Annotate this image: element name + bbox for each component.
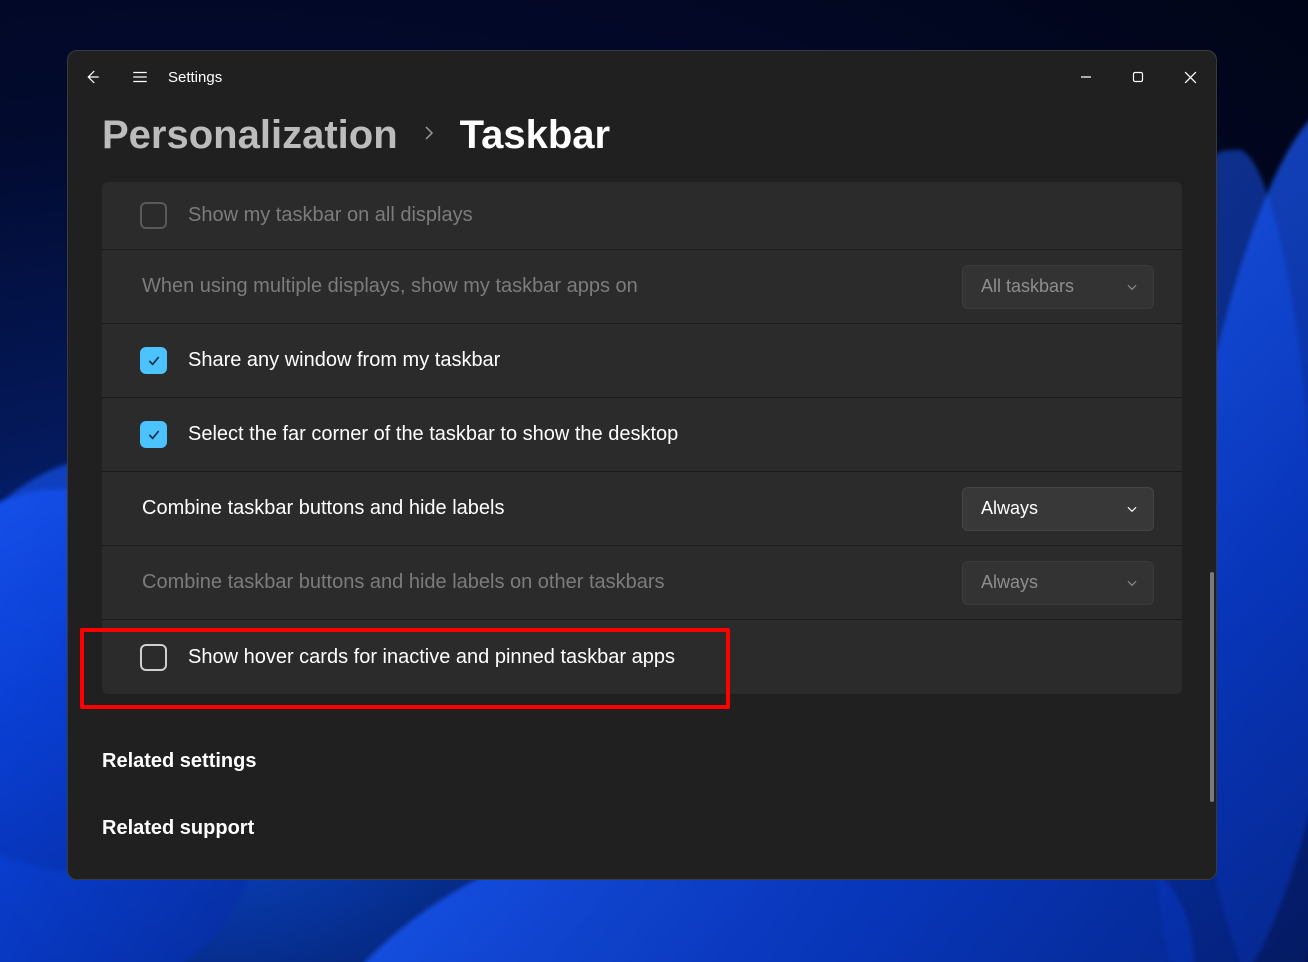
maximize-icon [1132,71,1144,83]
row-far-corner: Select the far corner of the taskbar to … [102,398,1182,472]
dropdown-combine-buttons-other[interactable]: Always [962,561,1154,605]
titlebar: Settings [68,51,1216,103]
chevron-down-icon [1125,576,1139,590]
row-show-all-displays: Show my taskbar on all displays [102,182,1182,250]
chevron-right-icon [420,124,438,147]
checkbox-hover-cards[interactable] [140,644,167,671]
check-icon [146,353,162,369]
row-combine-buttons-other: Combine taskbar buttons and hide labels … [102,546,1182,620]
dropdown-combine-buttons[interactable]: Always [962,487,1154,531]
breadcrumb-parent[interactable]: Personalization [102,113,398,158]
row-label: When using multiple displays, show my ta… [142,275,962,298]
checkbox-share-window[interactable] [140,347,167,374]
breadcrumb-current: Taskbar [460,113,610,158]
related-support-heading: Related support [102,817,1182,840]
settings-window: Settings Personalization Taskbar Show my… [67,50,1217,880]
related-settings-heading: Related settings [102,750,1182,773]
row-hover-cards: Show hover cards for inactive and pinned… [102,620,1182,694]
dropdown-value: Always [981,498,1113,519]
row-label: Show my taskbar on all displays [188,204,1154,227]
dropdown-multi-display-apps[interactable]: All taskbars [962,265,1154,309]
window-controls [1060,56,1216,98]
breadcrumb: Personalization Taskbar [68,103,1216,182]
dropdown-value: All taskbars [981,276,1113,297]
checkbox-far-corner[interactable] [140,421,167,448]
close-button[interactable] [1164,56,1216,98]
dropdown-value: Always [981,572,1113,593]
nav-menu-button[interactable] [116,53,164,101]
checkbox-show-all-displays[interactable] [140,202,167,229]
back-button[interactable] [68,53,116,101]
minimize-button[interactable] [1060,56,1112,98]
chevron-down-icon [1125,280,1139,294]
hamburger-icon [130,68,150,86]
settings-list: Show my taskbar on all displays When usi… [102,182,1182,694]
row-label: Combine taskbar buttons and hide labels [142,497,962,520]
row-label: Select the far corner of the taskbar to … [188,423,1154,446]
close-icon [1184,71,1197,84]
check-icon [146,427,162,443]
minimize-icon [1080,71,1092,83]
row-share-window: Share any window from my taskbar [102,324,1182,398]
row-multi-display-apps: When using multiple displays, show my ta… [102,250,1182,324]
row-label: Share any window from my taskbar [188,349,1154,372]
maximize-button[interactable] [1112,56,1164,98]
scrollbar-thumb[interactable] [1210,572,1214,802]
row-label: Show hover cards for inactive and pinned… [188,646,1154,669]
chevron-down-icon [1125,502,1139,516]
content-area: Show my taskbar on all displays When usi… [68,182,1216,879]
app-title: Settings [168,69,222,86]
arrow-left-icon [83,68,101,86]
row-label: Combine taskbar buttons and hide labels … [142,571,962,594]
row-combine-buttons: Combine taskbar buttons and hide labels … [102,472,1182,546]
